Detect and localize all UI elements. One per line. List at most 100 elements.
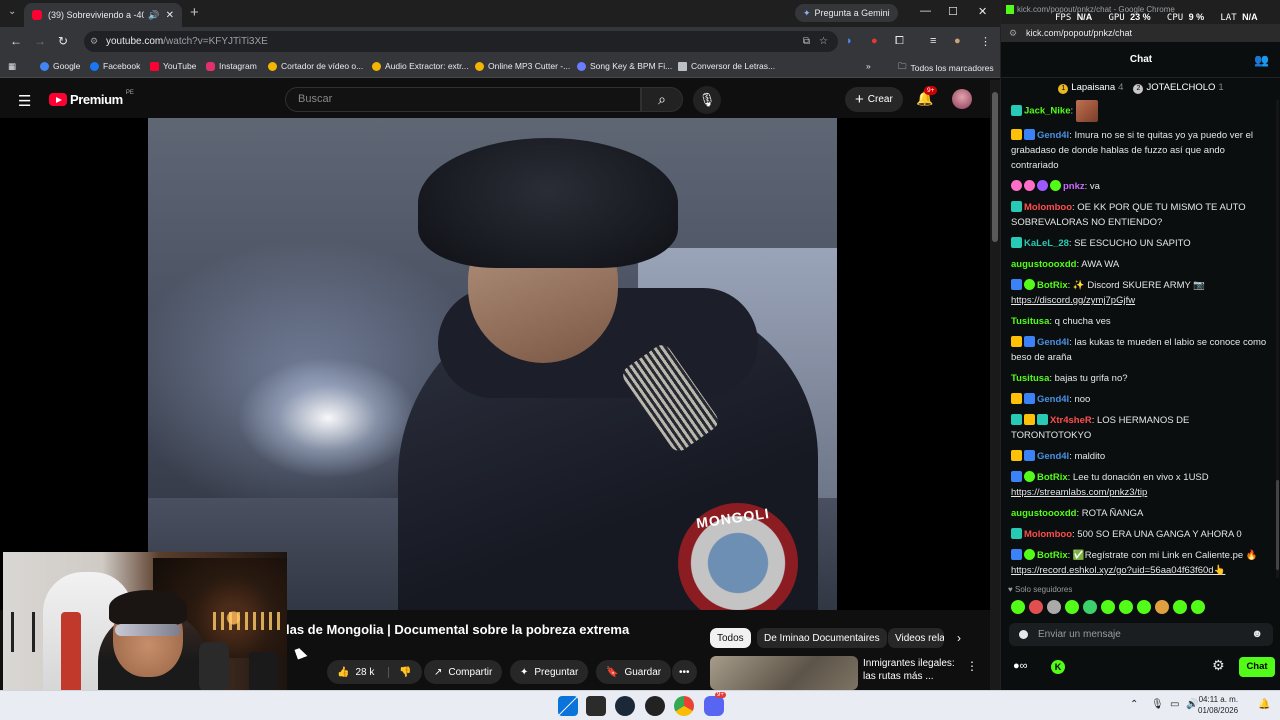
- chip-channel[interactable]: De Iminao Documentaires: [757, 628, 887, 648]
- emote-icon[interactable]: [1137, 600, 1151, 614]
- bookmark-google[interactable]: Google: [40, 61, 80, 71]
- bookmark-youtube[interactable]: YouTube: [150, 61, 196, 71]
- voice-search-button[interactable]: 🎙: [693, 86, 721, 114]
- app-icon[interactable]: [645, 696, 665, 716]
- emote-icon[interactable]: [1047, 600, 1061, 614]
- search-input[interactable]: Buscar: [285, 87, 641, 112]
- windows-start-icon[interactable]: [558, 696, 578, 716]
- chat-username[interactable]: augustoooxdd: [1011, 259, 1076, 270]
- site-info-icon[interactable]: ⚙: [1009, 24, 1017, 42]
- chat-username[interactable]: Jack_Nike: [1024, 106, 1070, 117]
- share-button[interactable]: ↗ Compartir: [424, 660, 503, 684]
- chat-message-input[interactable]: Enviar un mensaje ☻: [1009, 623, 1273, 646]
- extensions-puzzle-icon[interactable]: ⧠: [895, 35, 904, 48]
- send-chat-button[interactable]: Chat: [1239, 657, 1275, 677]
- notification-center-icon[interactable]: 🔔: [1258, 699, 1270, 710]
- chat-scrollbar-thumb[interactable]: [1276, 480, 1279, 570]
- kick-logo-icon[interactable]: K: [1051, 660, 1065, 674]
- speaker-icon[interactable]: 🔊: [148, 10, 159, 21]
- tray-chevron-icon[interactable]: ⌃: [1130, 699, 1138, 710]
- volume-icon[interactable]: 🔊: [1186, 699, 1198, 710]
- leaderboard-entry[interactable]: 1 Lapaisana 4: [1058, 82, 1123, 94]
- like-button[interactable]: 👍 28 k 👎: [327, 660, 422, 684]
- bookmark-audio-extractor[interactable]: Audio Extractor: extr...: [372, 61, 469, 71]
- system-clock[interactable]: 04:11 a. m. 01/08/2026: [1198, 694, 1238, 716]
- bookmark-instagram[interactable]: Instagram: [206, 61, 257, 71]
- all-bookmarks-folder[interactable]: 🗀 Todos los marcadores: [898, 61, 994, 75]
- menu-hamburger-icon[interactable]: ☰: [18, 92, 31, 110]
- chat-scrollbar[interactable]: [1276, 100, 1279, 578]
- network-icon[interactable]: ▭: [1170, 699, 1179, 710]
- bookmark-mp3-cutter[interactable]: Online MP3 Cutter -...: [475, 61, 570, 71]
- chat-username[interactable]: augustoooxdd: [1011, 508, 1076, 519]
- install-app-icon[interactable]: ⧉: [803, 31, 810, 52]
- kick-url-bar[interactable]: ⚙ kick.com/popout/pnkz/chat: [1001, 24, 1280, 42]
- emoji-picker-icon[interactable]: ☻: [1251, 623, 1263, 646]
- chat-username[interactable]: BotRix: [1037, 472, 1068, 483]
- chat-username[interactable]: Gend4l: [1037, 394, 1069, 405]
- reload-button[interactable]: ↻: [58, 34, 68, 48]
- discord-icon[interactable]: [704, 696, 724, 716]
- chat-link[interactable]: https://streamlabs.com/pnkz3/tip: [1011, 487, 1147, 498]
- minimize-button[interactable]: —: [920, 5, 931, 17]
- chat-username[interactable]: BotRix: [1037, 280, 1068, 291]
- back-button[interactable]: ←: [10, 34, 22, 48]
- chat-username[interactable]: Gend4l: [1037, 130, 1069, 141]
- media-controls-icon[interactable]: ≡: [930, 35, 936, 47]
- chat-username[interactable]: Molomboo: [1024, 202, 1072, 213]
- create-button[interactable]: + Crear: [845, 87, 903, 112]
- users-icon[interactable]: 👥: [1254, 42, 1269, 78]
- chat-link[interactable]: https://discord.gg/zymj7pGjfw: [1011, 295, 1135, 306]
- microphone-tray-icon[interactable]: 🎙: [1151, 699, 1164, 710]
- emote-icon[interactable]: [1029, 600, 1043, 614]
- tab-youtube[interactable]: (39) Sobreviviendo a -40 °C 🔊 ✕: [24, 3, 182, 27]
- steam-icon[interactable]: [615, 696, 635, 716]
- emote-icon[interactable]: [1173, 600, 1187, 614]
- bookmark-conversor[interactable]: Conversor de Letras...: [678, 61, 775, 71]
- apps-grid-icon[interactable]: ▦: [8, 61, 16, 72]
- gear-icon[interactable]: ⚙: [1212, 657, 1225, 674]
- emote-icon[interactable]: [1119, 600, 1133, 614]
- chevron-right-icon[interactable]: ›: [957, 631, 961, 645]
- bookmark-star-icon[interactable]: ☆: [819, 31, 828, 52]
- close-window-button[interactable]: ✕: [978, 5, 987, 18]
- bookmark-facebook[interactable]: Facebook: [90, 61, 140, 71]
- ask-button[interactable]: ✦ Preguntar: [510, 660, 589, 684]
- address-bar[interactable]: ⚙ youtube.com/watch?v=KFYJTiTi3XE ⧉ ☆: [84, 31, 838, 52]
- site-info-icon[interactable]: ⚙: [90, 31, 98, 52]
- new-tab-button[interactable]: +: [190, 4, 199, 21]
- chat-username[interactable]: Tusitusa: [1011, 316, 1049, 327]
- kick-menu-icon[interactable]: ●∞: [1013, 660, 1028, 672]
- emote-icon[interactable]: [1101, 600, 1115, 614]
- tab-search-icon[interactable]: ⌄: [8, 6, 16, 17]
- chat-username[interactable]: Tusitusa: [1011, 373, 1049, 384]
- thumbs-down-icon[interactable]: 👎: [388, 666, 412, 678]
- emote-icon[interactable]: [1191, 600, 1205, 614]
- chat-username[interactable]: Gend4l: [1037, 451, 1069, 462]
- emote-icon[interactable]: [1065, 600, 1079, 614]
- notifications-button[interactable]: 🔔 9+: [916, 86, 938, 107]
- chat-username[interactable]: KaLeL_28: [1024, 238, 1069, 249]
- chat-username[interactable]: BotRix: [1037, 550, 1068, 561]
- more-vertical-icon[interactable]: ⋮: [966, 659, 978, 673]
- more-bookmarks-icon[interactable]: »: [866, 61, 871, 71]
- forward-button[interactable]: →: [34, 34, 46, 48]
- emote-icon[interactable]: [1155, 600, 1169, 614]
- chat-username[interactable]: Molomboo: [1024, 529, 1072, 540]
- page-scrollbar[interactable]: [990, 80, 1000, 690]
- recommended-thumbnail[interactable]: [710, 656, 858, 690]
- leaderboard-entry[interactable]: 2 JOTAELCHOLO 1: [1133, 82, 1224, 94]
- search-button[interactable]: ⌕: [641, 87, 683, 112]
- chip-all[interactable]: Todos: [710, 628, 751, 648]
- more-actions-button[interactable]: •••: [672, 660, 697, 684]
- close-tab-icon[interactable]: ✕: [166, 10, 174, 21]
- chat-username[interactable]: Gend4l: [1037, 337, 1069, 348]
- video-player[interactable]: MONGOLI: [0, 118, 990, 610]
- chrome-menu-icon[interactable]: ⋮: [980, 35, 991, 48]
- youtube-logo[interactable]: Premium PE: [49, 90, 134, 107]
- chrome-icon[interactable]: [674, 696, 694, 716]
- task-view-icon[interactable]: [586, 696, 606, 716]
- chat-link[interactable]: https://record.eshkol.xyz/go?uid=56aa04f…: [1011, 565, 1225, 576]
- gemini-button[interactable]: ✦ Pregunta a Gemini: [795, 4, 898, 22]
- scrollbar-thumb[interactable]: [992, 92, 998, 242]
